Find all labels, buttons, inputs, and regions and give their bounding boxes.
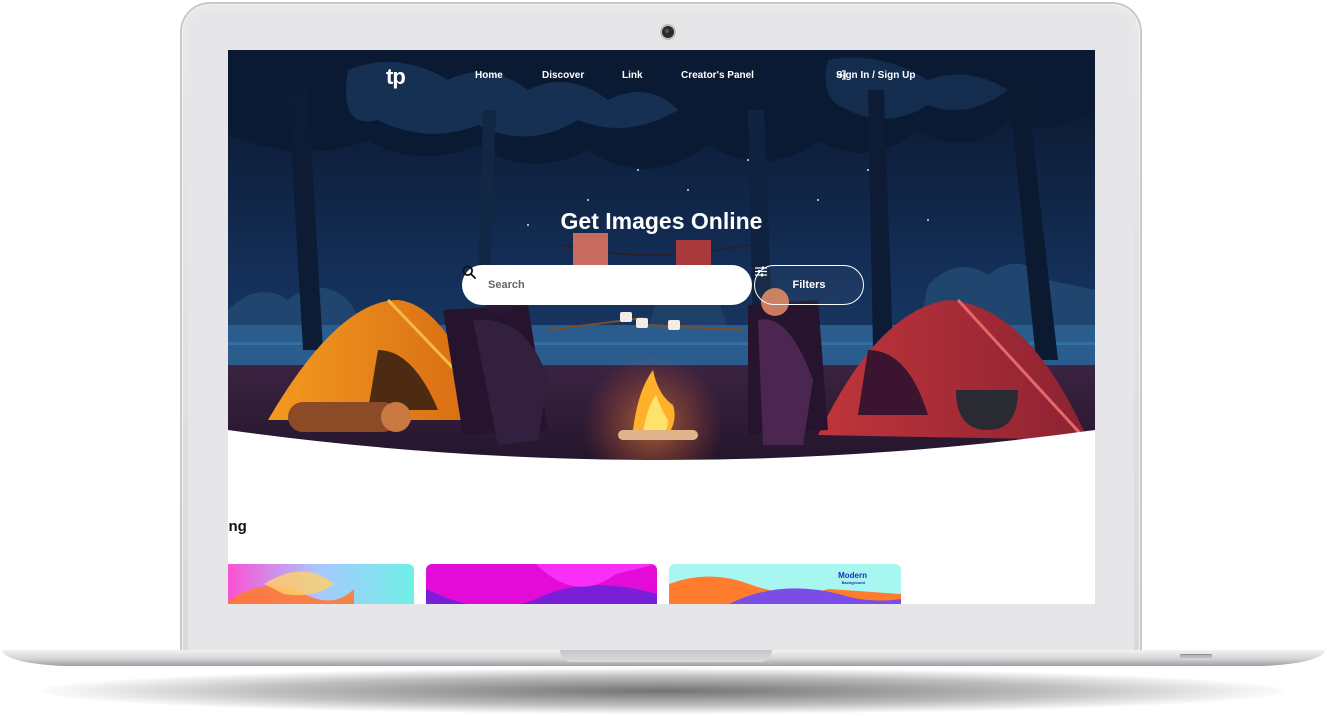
nav-link[interactable]: Link xyxy=(622,70,643,81)
search-icon xyxy=(462,265,476,279)
sign-in-icon xyxy=(837,70,846,80)
sign-in-link[interactable]: Sign In / Sign Up xyxy=(836,70,915,81)
sign-in-label: Sign In / Sign Up xyxy=(836,70,916,81)
section-title-trending: nding xyxy=(228,518,247,535)
card-3-sublabel: Background xyxy=(841,580,865,585)
nav-creators-panel[interactable]: Creator's Panel xyxy=(681,70,754,81)
search-bar xyxy=(462,265,752,305)
nav-home[interactable]: Home xyxy=(475,70,503,81)
laptop-notch xyxy=(560,650,772,662)
webcam xyxy=(662,26,674,38)
search-button[interactable] xyxy=(462,265,740,296)
search-input[interactable] xyxy=(486,278,718,292)
hero-title: Get Images Online xyxy=(560,208,763,234)
card-3-image xyxy=(669,564,901,604)
laptop-shadow xyxy=(40,668,1286,714)
filters-button[interactable]: Filters xyxy=(754,265,864,305)
hero-banner: tp Home Discover Link Creator's Panel Si… xyxy=(228,50,1095,470)
sliders-icon xyxy=(755,266,767,277)
camping-illustration xyxy=(228,50,1095,470)
screen: tp Home Discover Link Creator's Panel Si… xyxy=(228,50,1095,604)
image-card-2[interactable] xyxy=(426,564,657,604)
filters-label: Filters xyxy=(792,279,826,291)
card-1-image xyxy=(228,564,414,604)
nav-discover[interactable]: Discover xyxy=(542,70,584,81)
card-2-image xyxy=(426,564,657,604)
laptop-port xyxy=(1180,654,1212,658)
image-card-3[interactable]: Modern Background xyxy=(669,564,901,604)
image-card-1[interactable] xyxy=(228,564,414,604)
card-3-label: Modern xyxy=(838,571,867,580)
logo[interactable]: tp xyxy=(386,64,406,90)
